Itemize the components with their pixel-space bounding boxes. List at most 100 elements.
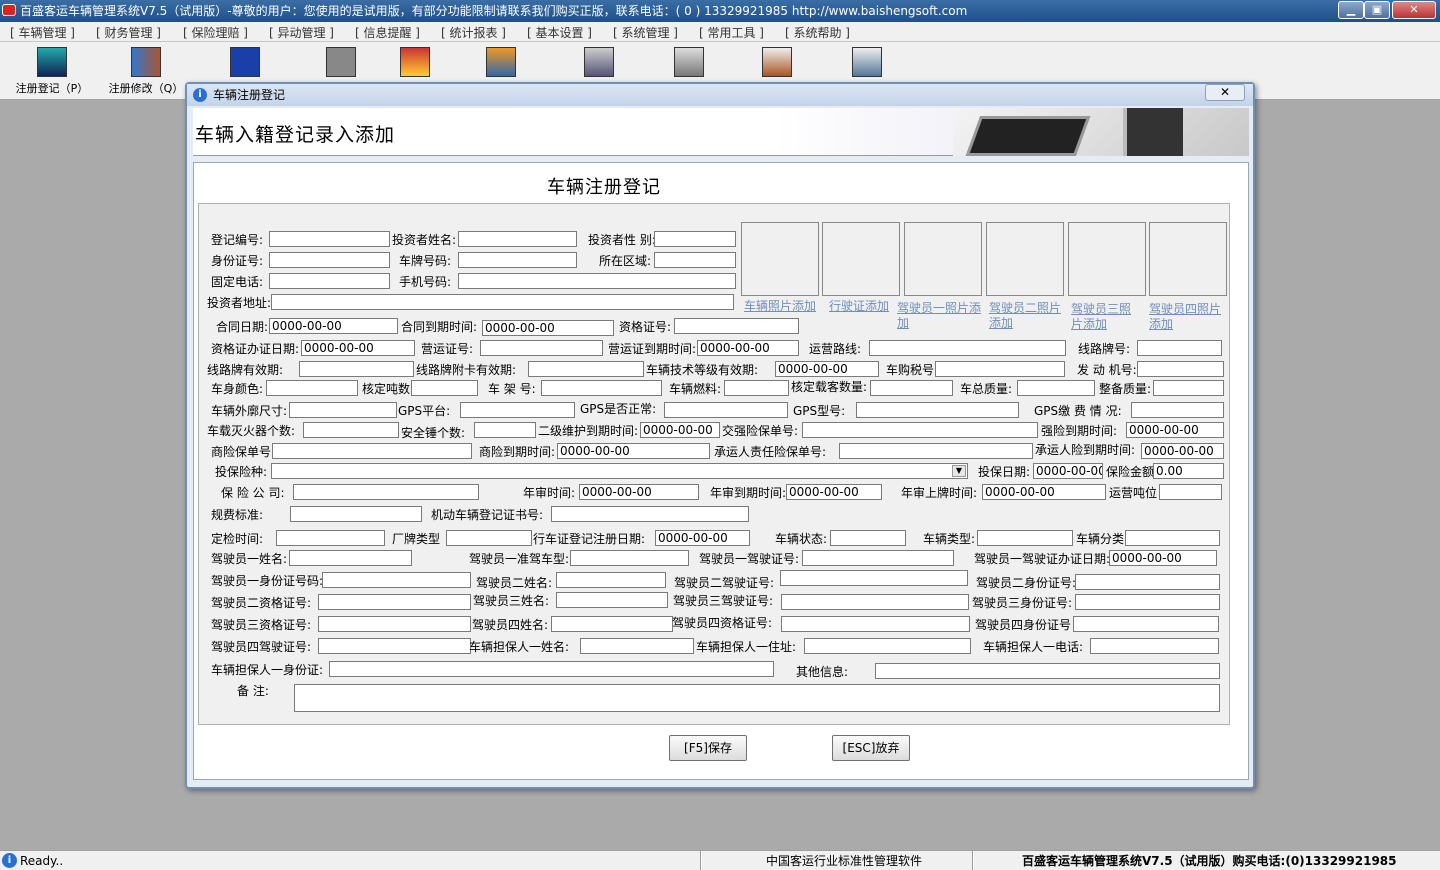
save-button[interactable]: [F5]保存: [669, 735, 747, 761]
contract-date-field[interactable]: 0000-00-00: [269, 318, 398, 334]
operating-cert-field[interactable]: [480, 340, 603, 356]
menu-help[interactable]: [ 系统帮助 ]: [785, 24, 850, 41]
driver1-name-field[interactable]: [289, 550, 412, 566]
route-plate-valid-field[interactable]: [299, 361, 414, 377]
driver4-name-field[interactable]: [551, 616, 673, 632]
driver2-photo-box[interactable]: [986, 222, 1064, 296]
gps-ok-field[interactable]: [664, 402, 788, 418]
remarks-field[interactable]: [294, 684, 1220, 712]
fee-standard-field[interactable]: [290, 506, 422, 522]
purchase-tax-field[interactable]: [935, 361, 1065, 377]
driver4-qual-field[interactable]: [781, 616, 970, 632]
carrier-policy-field[interactable]: [839, 443, 1033, 459]
driver4-photo-link[interactable]: 驾驶员四照片添加: [1149, 302, 1225, 332]
fuel-field[interactable]: [724, 380, 789, 396]
compulsory-policy-field[interactable]: [802, 422, 1038, 438]
driver2-photo-link[interactable]: 驾驶员二照片添加: [989, 301, 1065, 331]
route-plate-field[interactable]: [1137, 340, 1222, 356]
contract-expiry-field[interactable]: 0000-00-00: [482, 320, 614, 336]
vehicle-photo-link[interactable]: 车辆照片添加: [744, 299, 824, 314]
investor-name-field[interactable]: [458, 231, 577, 247]
driver3-photo-link[interactable]: 驾驶员三照片添加: [1071, 302, 1139, 332]
gps-platform-field[interactable]: [460, 402, 575, 418]
close-button[interactable]: ✕: [1392, 1, 1436, 19]
route-card-valid-field[interactable]: [528, 361, 644, 377]
menu-insurance[interactable]: [ 保险理赔 ]: [183, 24, 248, 41]
investor-gender-field[interactable]: [654, 231, 736, 247]
carrier-expiry-field[interactable]: 0000-00-00: [1141, 443, 1224, 459]
other-info-field[interactable]: [875, 663, 1220, 679]
driver4-photo-box[interactable]: [1149, 222, 1227, 296]
rated-tonnage-field[interactable]: [411, 380, 478, 396]
registration-cert-field[interactable]: [551, 506, 749, 522]
annual-review-field[interactable]: 0000-00-00: [579, 484, 699, 500]
driver2-id-field[interactable]: [1075, 574, 1220, 590]
driver4-id-field[interactable]: [1073, 616, 1219, 632]
vehicle-status-field[interactable]: [830, 530, 906, 546]
license-photo-box[interactable]: [822, 222, 900, 296]
guarantor-name-field[interactable]: [580, 638, 694, 654]
insurer-field[interactable]: [293, 484, 479, 500]
passenger-capacity-field[interactable]: [870, 380, 953, 396]
dialog-close-button[interactable]: ✕: [1205, 84, 1245, 101]
landline-field[interactable]: [269, 273, 390, 289]
extinguisher-count-field[interactable]: [303, 422, 399, 438]
driver2-qual-field[interactable]: [318, 594, 471, 610]
vehicle-type-field[interactable]: [977, 530, 1073, 546]
cancel-button[interactable]: [ESC]放弃: [832, 735, 910, 761]
maximize-button[interactable]: ▣: [1364, 1, 1390, 19]
id-no-field[interactable]: [269, 252, 390, 268]
menu-change[interactable]: [ 异动管理 ]: [269, 24, 334, 41]
tech-grade-valid-field[interactable]: 0000-00-00: [775, 361, 879, 377]
region-field[interactable]: [654, 252, 736, 268]
driver3-photo-box[interactable]: [1068, 222, 1146, 296]
modify-button[interactable]: 注册修改（Q）: [104, 44, 188, 98]
driver2-name-field[interactable]: [556, 572, 666, 588]
minimize-button[interactable]: ▁: [1338, 1, 1364, 19]
driver3-name-field[interactable]: [556, 592, 668, 608]
engine-no-field[interactable]: [1137, 361, 1224, 377]
menu-system[interactable]: [ 系统管理 ]: [613, 24, 678, 41]
investor-address-field[interactable]: [271, 294, 734, 310]
dropdown-arrow-icon[interactable]: ▼: [952, 465, 966, 477]
driver1-id-field[interactable]: [322, 572, 471, 588]
mobile-field[interactable]: [458, 273, 736, 289]
operating-cert-expiry-field[interactable]: 0000-00-00: [697, 340, 799, 356]
inspection-time-field[interactable]: [276, 530, 385, 546]
menu-vehicle[interactable]: [ 车辆管理 ]: [10, 24, 75, 41]
menu-alert[interactable]: [ 信息提醒 ]: [355, 24, 420, 41]
insured-amount-field[interactable]: 0.00: [1153, 463, 1224, 479]
plate-no-field[interactable]: [458, 252, 577, 268]
driver1-photo-box[interactable]: [904, 222, 982, 296]
gps-model-field[interactable]: [856, 402, 1019, 418]
driver4-license-field[interactable]: [318, 638, 471, 654]
driver1-license-field[interactable]: [802, 550, 954, 566]
menu-tools[interactable]: [ 常用工具 ]: [699, 24, 764, 41]
driver3-qual-field[interactable]: [318, 616, 471, 632]
insure-date-field[interactable]: 0000-00-00: [1033, 463, 1103, 479]
maintenance-expiry-field[interactable]: 0000-00-00: [640, 422, 720, 438]
body-color-field[interactable]: [266, 380, 358, 396]
curb-mass-field[interactable]: [1153, 380, 1224, 396]
driver2-license-field[interactable]: [780, 570, 968, 586]
insurance-type-select[interactable]: ▼: [271, 463, 968, 479]
driver1-class-field[interactable]: [570, 550, 689, 566]
driver1-license-date-field[interactable]: 0000-00-00: [1109, 550, 1217, 566]
guarantor-phone-field[interactable]: [1090, 638, 1219, 654]
qual-issue-date-field[interactable]: 0000-00-00: [301, 340, 415, 356]
route-field[interactable]: [869, 340, 1066, 356]
commercial-policy-field[interactable]: [272, 443, 472, 459]
operating-tonnage-field[interactable]: [1159, 484, 1222, 500]
menu-finance[interactable]: [ 财务管理 ]: [96, 24, 161, 41]
frame-no-field[interactable]: [541, 380, 662, 396]
guarantor-address-field[interactable]: [804, 638, 971, 654]
gross-mass-field[interactable]: [1017, 380, 1095, 396]
driver3-license-field[interactable]: [781, 594, 969, 610]
safety-hammer-field[interactable]: [474, 422, 536, 438]
compulsory-expiry-field[interactable]: 0000-00-00: [1126, 422, 1224, 438]
qualification-no-field[interactable]: [674, 318, 799, 334]
vehicle-photo-box[interactable]: [741, 222, 819, 296]
commercial-expiry-field[interactable]: 0000-00-00: [557, 443, 710, 459]
vehicle-class-field[interactable]: [1125, 530, 1220, 546]
license-reg-date-field[interactable]: 0000-00-00: [655, 530, 750, 546]
